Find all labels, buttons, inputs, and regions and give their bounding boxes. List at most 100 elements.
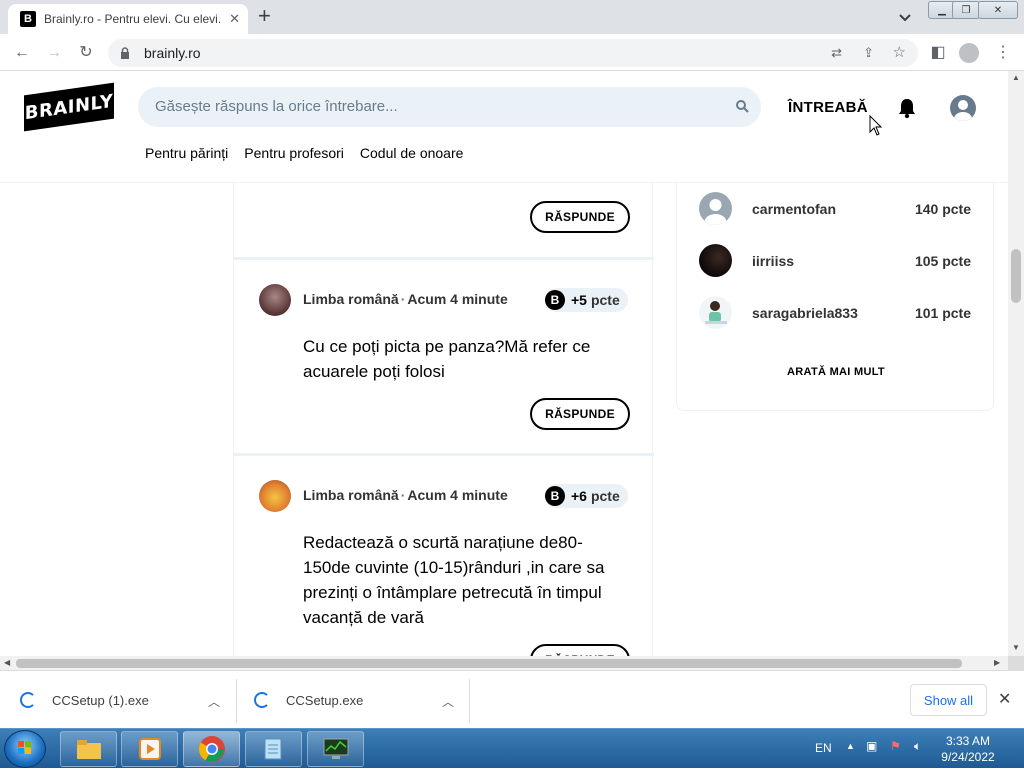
asker-avatar[interactable] bbox=[259, 284, 291, 316]
brainly-logo[interactable]: BRAINLY bbox=[24, 82, 114, 132]
site-header: BRAINLY Găsește răspuns la orice întreba… bbox=[0, 71, 1008, 183]
show-hidden-icons-icon[interactable]: ▲ bbox=[846, 741, 855, 751]
horizontal-scrollbar[interactable]: ◀ ▶ bbox=[0, 656, 1008, 670]
question-text[interactable]: Cu ce poți picta pe panza?Mă refer ce ac… bbox=[303, 334, 623, 384]
close-window-button[interactable]: ✕ bbox=[978, 1, 1018, 19]
language-indicator[interactable]: EN bbox=[815, 741, 832, 755]
user-points: 105 pcte bbox=[914, 253, 971, 269]
user-avatar bbox=[699, 244, 732, 277]
answer-button[interactable]: RĂSPUNDE bbox=[530, 398, 630, 430]
user-silhouette-icon bbox=[704, 199, 727, 225]
restore-button[interactable]: ❐ bbox=[952, 1, 980, 19]
action-center-icon[interactable]: ⚑ bbox=[890, 739, 901, 753]
user-illustration-icon bbox=[705, 301, 727, 324]
profile-icon[interactable] bbox=[959, 43, 979, 63]
scroll-down-arrow-icon[interactable]: ▼ bbox=[1012, 643, 1020, 652]
user-avatar[interactable] bbox=[950, 95, 976, 121]
leaderboard-user[interactable]: carmentofan 140 pcte bbox=[699, 192, 989, 226]
forward-icon[interactable]: → bbox=[44, 43, 64, 63]
taskbar-task-manager[interactable] bbox=[307, 731, 364, 767]
show-more-button[interactable]: ARATĂ MAI MULT bbox=[677, 366, 995, 378]
address-bar[interactable]: brainly.ro ⇄ ⇪ ☆ bbox=[108, 39, 918, 67]
search-placeholder: Găsește răspuns la orice întrebare... bbox=[155, 98, 398, 115]
share-icon[interactable]: ⇪ bbox=[863, 39, 874, 67]
user-name: carmentofan bbox=[752, 201, 837, 217]
folder-icon bbox=[76, 740, 101, 759]
question-card[interactable]: Limba română · Acum 4 minute B +6 pcte Red… bbox=[234, 456, 654, 656]
close-downloads-icon[interactable]: ✕ bbox=[998, 689, 1011, 709]
clock-date: 9/24/2022 bbox=[941, 750, 995, 764]
download-filename: CCSetup (1).exe bbox=[52, 692, 149, 708]
subject-label[interactable]: Limba română bbox=[303, 291, 399, 307]
ask-button[interactable]: ÎNTREABĂ bbox=[788, 99, 868, 116]
secondary-nav: Pentru părinți Pentru profesori Codul de… bbox=[145, 145, 463, 161]
nav-link-honor-code[interactable]: Codul de onoare bbox=[360, 145, 464, 161]
browser-tab[interactable]: B Brainly.ro - Pentru elevi. Cu elevi. ✕ bbox=[8, 4, 248, 34]
windows-taskbar: EN ▲ ▣ ⚑ 🔈︎ 3:33 AM 9/24/2022 bbox=[0, 728, 1024, 768]
lock-icon bbox=[121, 47, 129, 59]
download-item[interactable]: CCSetup.exe ︿ bbox=[254, 671, 468, 729]
search-input[interactable]: Găsește răspuns la orice întrebare... bbox=[138, 87, 761, 127]
taskbar-media-player[interactable] bbox=[121, 731, 178, 767]
start-button[interactable] bbox=[4, 730, 46, 768]
chevron-up-icon[interactable]: ︿ bbox=[442, 693, 454, 710]
question-card[interactable]: Limba română · Acum 4 minute B +5 pcte Cu … bbox=[234, 260, 654, 456]
chevron-up-icon[interactable]: ︿ bbox=[208, 693, 220, 710]
url-text: brainly.ro bbox=[144, 45, 201, 61]
taskbar-chrome[interactable] bbox=[183, 731, 240, 767]
leaderboard-panel: carmentofan 140 pcte iirriiss 105 pcte s… bbox=[676, 183, 994, 411]
leaderboard-user[interactable]: saragabriela833 101 pcte bbox=[699, 296, 989, 330]
user-silhouette-icon bbox=[954, 100, 972, 121]
question-text[interactable]: Redactează o scurtă narațiune de80-150de… bbox=[303, 530, 623, 630]
close-tab-icon[interactable]: ✕ bbox=[229, 11, 240, 27]
web-page: BRAINLY Găsește răspuns la orice întreba… bbox=[0, 71, 1008, 656]
points-value: +5 bbox=[571, 292, 587, 308]
scroll-up-arrow-icon[interactable]: ▲ bbox=[1012, 73, 1020, 82]
scroll-right-arrow-icon[interactable]: ▶ bbox=[994, 658, 1000, 667]
downloads-bar: CCSetup (1).exe ︿ CCSetup.exe ︿ Show all… bbox=[0, 670, 1024, 728]
side-panel-icon[interactable]: ◧ bbox=[928, 43, 948, 63]
brainly-points-icon: B bbox=[545, 290, 565, 310]
download-filename: CCSetup.exe bbox=[286, 692, 364, 708]
answer-button[interactable]: RĂSPUNDE bbox=[530, 644, 630, 656]
download-progress-icon bbox=[254, 692, 270, 708]
download-item[interactable]: CCSetup (1).exe ︿ bbox=[20, 671, 234, 729]
vertical-scroll-thumb[interactable] bbox=[1011, 249, 1021, 303]
time-label: Acum 4 minute bbox=[407, 291, 508, 307]
vertical-scrollbar[interactable]: ▲ ▼ bbox=[1008, 71, 1024, 656]
search-icon[interactable] bbox=[735, 99, 749, 113]
notification-bell-icon[interactable] bbox=[897, 97, 917, 119]
horizontal-scroll-thumb[interactable] bbox=[16, 659, 962, 668]
nav-link-teachers[interactable]: Pentru profesori bbox=[244, 145, 344, 161]
leaderboard-user[interactable]: iirriiss 105 pcte bbox=[699, 244, 989, 278]
translate-icon[interactable]: ⇄ bbox=[831, 39, 842, 67]
windows-logo-icon bbox=[18, 741, 31, 754]
question-card-partial: RĂSPUNDE bbox=[234, 183, 654, 260]
new-tab-button[interactable]: + bbox=[258, 5, 271, 27]
menu-icon[interactable]: ⋮ bbox=[993, 43, 1013, 63]
brainly-points-icon: B bbox=[545, 486, 565, 506]
scroll-left-arrow-icon[interactable]: ◀ bbox=[4, 658, 10, 667]
subject-label[interactable]: Limba română bbox=[303, 487, 399, 503]
tab-search-chevron-icon[interactable] bbox=[897, 9, 913, 25]
brainly-favicon-icon: B bbox=[20, 11, 36, 27]
asker-avatar[interactable] bbox=[259, 480, 291, 512]
monitor-icon bbox=[323, 738, 348, 759]
user-avatar bbox=[699, 296, 732, 329]
browser-toolbar: ← → ↻ brainly.ro ⇄ ⇪ ☆ ◧ ⋮ bbox=[0, 34, 1024, 71]
browser-tab-strip: B Brainly.ro - Pentru elevi. Cu elevi. ✕… bbox=[0, 0, 1024, 34]
system-clock[interactable]: 3:33 AM 9/24/2022 bbox=[930, 733, 1006, 765]
mouse-cursor-icon bbox=[869, 115, 883, 136]
nav-link-parents[interactable]: Pentru părinți bbox=[145, 145, 228, 161]
volume-icon[interactable]: 🔈︎ bbox=[914, 739, 921, 754]
reload-icon[interactable]: ↻ bbox=[76, 43, 96, 63]
show-all-downloads-button[interactable]: Show all bbox=[910, 684, 987, 716]
points-unit: pcte bbox=[590, 488, 620, 504]
answer-button[interactable]: RĂSPUNDE bbox=[530, 201, 630, 233]
network-icon[interactable]: ▣ bbox=[866, 739, 877, 753]
taskbar-explorer[interactable] bbox=[60, 731, 117, 767]
taskbar-notepad[interactable] bbox=[245, 731, 302, 767]
bookmark-star-icon[interactable]: ☆ bbox=[893, 39, 906, 67]
tab-title: Brainly.ro - Pentru elevi. Cu elevi. bbox=[44, 12, 222, 26]
back-icon[interactable]: ← bbox=[12, 43, 32, 63]
